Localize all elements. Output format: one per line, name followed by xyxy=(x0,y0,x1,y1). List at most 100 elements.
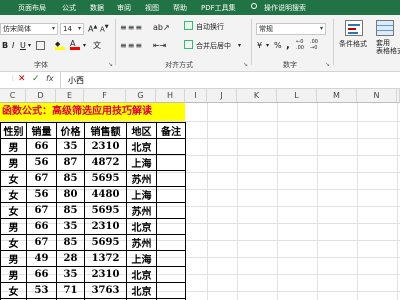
table-cell[interactable] xyxy=(156,170,186,187)
table-cell[interactable] xyxy=(156,234,186,251)
cancel-icon[interactable]: ✕ xyxy=(18,74,26,84)
table-cell[interactable]: 男 xyxy=(0,154,27,171)
table-cell[interactable]: 1372 xyxy=(84,250,127,267)
header-sales-qty[interactable]: 销量 xyxy=(26,122,57,139)
table-cell[interactable]: 80 xyxy=(56,186,85,203)
column-header-m[interactable]: M xyxy=(317,89,357,103)
table-format-button[interactable]: 套用 表格格式 xyxy=(376,39,400,55)
column-header-j[interactable]: J xyxy=(207,89,237,103)
table-cell[interactable]: 87 xyxy=(56,154,85,171)
tab-view[interactable]: 视图 xyxy=(145,3,159,13)
table-cell[interactable]: 35 xyxy=(56,138,85,155)
table-cell[interactable]: 53 xyxy=(26,282,57,299)
header-revenue[interactable]: 销售额 xyxy=(84,122,127,139)
chevron-down-icon[interactable]: ▾ xyxy=(83,42,86,49)
table-cell[interactable] xyxy=(156,138,186,155)
font-size-combo[interactable]: 14 ▾ xyxy=(60,23,84,35)
table-cell[interactable]: 女 xyxy=(0,282,27,299)
table-cell[interactable]: 85 xyxy=(56,202,85,219)
currency-button[interactable]: ¥ xyxy=(257,41,262,50)
tab-page-layout[interactable]: 页面布局 xyxy=(18,3,46,13)
table-cell[interactable]: 67 xyxy=(26,170,57,187)
table-cell[interactable]: 66 xyxy=(26,218,57,235)
sheet-title-cell[interactable]: 函数公式：高级筛选应用技巧解读 xyxy=(0,103,185,121)
table-cell[interactable]: 上海 xyxy=(126,154,157,171)
percent-button[interactable]: % xyxy=(274,41,282,50)
table-cell[interactable] xyxy=(156,282,186,299)
table-cell[interactable]: 66 xyxy=(26,266,57,283)
bold-button[interactable]: B xyxy=(2,41,8,50)
dialog-launcher-icon[interactable]: ↘ xyxy=(243,61,248,68)
chevron-down-icon[interactable]: ▾ xyxy=(28,42,31,49)
table-cell[interactable]: 35 xyxy=(56,266,85,283)
table-cell[interactable]: 男 xyxy=(0,250,27,267)
column-header-d[interactable]: D xyxy=(26,89,56,103)
table-cell[interactable]: 上海 xyxy=(126,250,157,267)
increase-decimal-button[interactable]: ←0 .00 xyxy=(296,39,304,51)
shrink-font-button[interactable]: A▼ xyxy=(100,24,109,33)
table-cell[interactable]: 56 xyxy=(26,186,57,203)
underline-button[interactable]: U xyxy=(20,41,26,50)
wrap-text-button[interactable]: 自动换行 xyxy=(196,22,224,32)
table-cell[interactable] xyxy=(156,218,186,235)
table-cell[interactable] xyxy=(156,250,186,267)
orientation-icon[interactable]: ab↗ xyxy=(153,23,170,32)
table-cell[interactable]: 5695 xyxy=(84,202,127,219)
table-cell[interactable]: 56 xyxy=(26,154,57,171)
table-cell[interactable]: 67 xyxy=(26,202,57,219)
table-cell[interactable]: 女 xyxy=(0,186,27,203)
grow-font-button[interactable]: A▲ xyxy=(88,24,97,34)
table-cell[interactable]: 苏州 xyxy=(126,170,157,187)
fx-icon[interactable]: fx xyxy=(46,74,54,83)
table-cell[interactable]: 上海 xyxy=(126,186,157,203)
header-price[interactable]: 价格 xyxy=(56,122,85,139)
header-gender[interactable]: 性别 xyxy=(0,122,27,139)
tell-me-search[interactable]: 操作说明搜索 xyxy=(264,3,306,13)
table-cell[interactable] xyxy=(156,186,186,203)
formula-input[interactable]: 小西 xyxy=(68,75,84,86)
indent-icon[interactable]: ⇤⇥ xyxy=(153,41,166,50)
dialog-launcher-icon[interactable]: ↘ xyxy=(325,61,330,68)
table-cell[interactable]: 66 xyxy=(26,138,57,155)
table-cell[interactable]: 5695 xyxy=(84,170,127,187)
table-cell[interactable]: 北京 xyxy=(126,218,157,235)
table-cell[interactable] xyxy=(156,154,186,171)
more-icon[interactable]: ⋮ xyxy=(10,75,16,82)
italic-button[interactable]: I xyxy=(12,41,14,50)
column-header-g[interactable]: G xyxy=(126,89,156,103)
table-cell[interactable]: 男 xyxy=(0,138,27,155)
tab-formulas[interactable]: 公式 xyxy=(62,3,76,13)
number-format-combo[interactable]: 常规 ▾ xyxy=(256,23,326,35)
table-cell[interactable] xyxy=(156,266,186,283)
font-color-icon[interactable]: A xyxy=(70,40,80,50)
enter-icon[interactable]: ✓ xyxy=(32,74,40,84)
table-cell[interactable]: 男 xyxy=(0,266,27,283)
header-note[interactable]: 备注 xyxy=(156,122,186,139)
table-cell[interactable]: 85 xyxy=(56,170,85,187)
table-cell[interactable]: 4872 xyxy=(84,154,127,171)
table-cell[interactable]: 女 xyxy=(0,234,27,251)
align-left-icon[interactable]: ≡≡≡ xyxy=(120,41,143,50)
dialog-launcher-icon[interactable]: ↘ xyxy=(108,61,113,68)
font-name-combo[interactable]: 仿宋简体 ▾ xyxy=(0,23,58,35)
table-cell[interactable]: 28 xyxy=(56,250,85,267)
table-cell[interactable]: 35 xyxy=(56,218,85,235)
column-header-i[interactable]: I xyxy=(185,89,207,103)
table-cell[interactable]: 北京 xyxy=(126,266,157,283)
table-cell[interactable]: 4480 xyxy=(84,186,127,203)
column-header-e[interactable]: E xyxy=(56,89,84,103)
table-cell[interactable]: 北京 xyxy=(126,282,157,299)
table-cell[interactable]: 67 xyxy=(26,234,57,251)
chevron-down-icon[interactable]: ▾ xyxy=(266,42,269,49)
table-cell[interactable]: 49 xyxy=(26,250,57,267)
column-header-l[interactable]: L xyxy=(277,89,317,103)
column-header-k[interactable]: K xyxy=(237,89,277,103)
column-header-h[interactable]: H xyxy=(156,89,185,103)
worksheet-grid[interactable]: C D E F G H I J K L M N 函数公式：高级筛选应用技巧解读 … xyxy=(0,89,400,300)
merge-center-button[interactable]: 合并后居中 xyxy=(196,41,231,51)
table-cell[interactable]: 5695 xyxy=(84,234,127,251)
table-cell[interactable]: 85 xyxy=(56,234,85,251)
decrease-decimal-button[interactable]: .00 →0 xyxy=(310,39,318,51)
phonetic-icon[interactable]: 文 xyxy=(93,40,101,51)
borders-icon[interactable] xyxy=(36,41,45,50)
